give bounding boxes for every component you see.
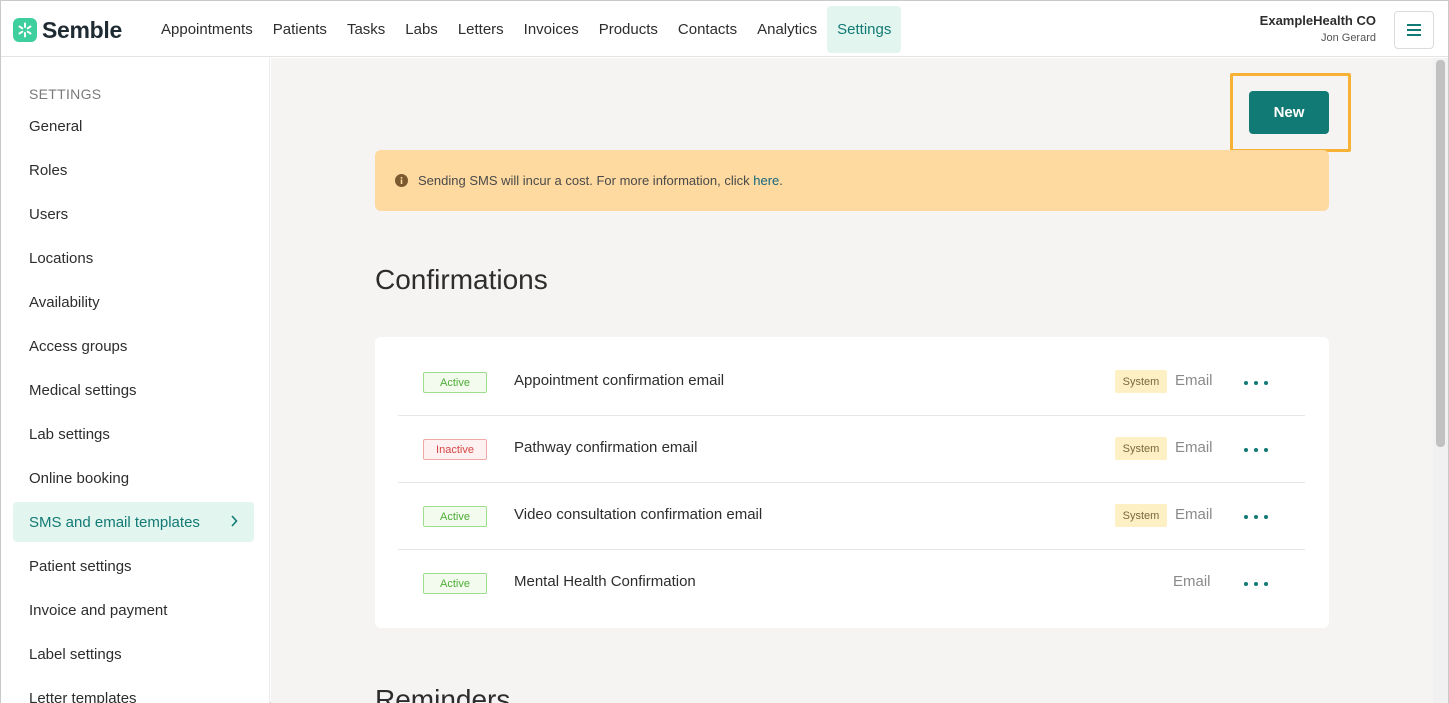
main-content: New Sending SMS will incur a cost. For m… xyxy=(271,58,1434,703)
nav-patients[interactable]: Patients xyxy=(263,6,337,53)
main-menu-button[interactable] xyxy=(1394,11,1434,49)
template-name[interactable]: Video consultation confirmation email xyxy=(514,506,762,523)
sidebar-item-lab-settings[interactable]: Lab settings xyxy=(13,414,254,454)
nav-appointments[interactable]: Appointments xyxy=(151,6,263,53)
channel-label: Email xyxy=(1173,573,1211,590)
nav-analytics[interactable]: Analytics xyxy=(747,6,827,53)
new-template-button[interactable]: New xyxy=(1249,91,1329,134)
status-badge: Active xyxy=(423,573,487,594)
sidebar-item-letter-templates[interactable]: Letter templates xyxy=(13,678,254,703)
info-icon xyxy=(395,174,408,187)
more-options-icon[interactable] xyxy=(1244,574,1268,594)
nav-settings[interactable]: Settings xyxy=(827,6,902,53)
more-options-icon[interactable] xyxy=(1244,440,1268,460)
sidebar-item-patient-settings[interactable]: Patient settings xyxy=(13,546,254,586)
more-options-icon[interactable] xyxy=(1244,507,1268,527)
template-name[interactable]: Mental Health Confirmation xyxy=(514,573,696,590)
nav-labs[interactable]: Labs xyxy=(395,6,448,53)
sidebar-item-label: SMS and email templates xyxy=(29,513,200,531)
sidebar-item-general[interactable]: General xyxy=(13,106,254,146)
settings-sidebar: SETTINGS General Roles Users Locations A… xyxy=(1,58,270,703)
nav-products[interactable]: Products xyxy=(589,6,668,53)
page-scrollbar[interactable] xyxy=(1433,58,1448,703)
notice-text: Sending SMS will incur a cost. For more … xyxy=(418,173,783,188)
organization-name: ExampleHealth CO xyxy=(1259,13,1376,28)
more-options-icon[interactable] xyxy=(1244,373,1268,393)
nav-letters[interactable]: Letters xyxy=(448,6,514,53)
semble-logo-icon xyxy=(13,18,37,42)
channel-label: Email xyxy=(1175,439,1213,456)
sidebar-item-users[interactable]: Users xyxy=(13,194,254,234)
sidebar-item-label-settings[interactable]: Label settings xyxy=(13,634,254,674)
sidebar-item-medical-settings[interactable]: Medical settings xyxy=(13,370,254,410)
sidebar-heading: SETTINGS xyxy=(29,86,102,102)
sidebar-item-invoice-payment[interactable]: Invoice and payment xyxy=(13,590,254,630)
account-info[interactable]: ExampleHealth CO Jon Gerard xyxy=(1260,13,1376,44)
confirmations-list: Active Appointment confirmation email Sy… xyxy=(375,337,1329,628)
template-name[interactable]: Appointment confirmation email xyxy=(514,372,724,389)
confirmations-heading: Confirmations xyxy=(375,264,548,295)
status-badge: Active xyxy=(423,506,487,527)
top-navigation-bar: Semble Appointments Patients Tasks Labs … xyxy=(1,1,1448,57)
sms-cost-notice: Sending SMS will incur a cost. For more … xyxy=(375,150,1329,211)
system-tag: System xyxy=(1115,370,1167,393)
table-row[interactable]: Active Mental Health Confirmation Email xyxy=(398,550,1305,617)
table-row[interactable]: Active Video consultation confirmation e… xyxy=(398,483,1305,550)
scrollbar-thumb[interactable] xyxy=(1436,60,1445,447)
status-badge: Inactive xyxy=(423,439,487,460)
main-nav: Appointments Patients Tasks Labs Letters… xyxy=(151,6,902,53)
channel-label: Email xyxy=(1175,372,1213,389)
brand-name: Semble xyxy=(42,16,123,43)
user-name: Jon Gerard xyxy=(1320,32,1376,44)
table-row[interactable]: Inactive Pathway confirmation email Syst… xyxy=(398,416,1305,483)
sidebar-item-locations[interactable]: Locations xyxy=(13,238,254,278)
nav-tasks[interactable]: Tasks xyxy=(337,6,395,53)
semble-logo[interactable]: Semble xyxy=(13,17,122,43)
reminders-heading: Reminders xyxy=(375,684,511,703)
template-name[interactable]: Pathway confirmation email xyxy=(514,439,697,456)
nav-invoices[interactable]: Invoices xyxy=(514,6,589,53)
nav-contacts[interactable]: Contacts xyxy=(668,6,747,53)
sidebar-list: General Roles Users Locations Availabili… xyxy=(13,106,254,703)
sidebar-item-online-booking[interactable]: Online booking xyxy=(13,458,254,498)
notice-here-link[interactable]: here xyxy=(753,173,779,188)
channel-label: Email xyxy=(1175,506,1213,523)
hamburger-icon xyxy=(1407,24,1421,36)
status-badge: Active xyxy=(423,372,487,393)
system-tag: System xyxy=(1115,504,1167,527)
sidebar-item-availability[interactable]: Availability xyxy=(13,282,254,322)
sidebar-item-access-groups[interactable]: Access groups xyxy=(13,326,254,366)
sidebar-item-roles[interactable]: Roles xyxy=(13,150,254,190)
sidebar-item-sms-email-templates[interactable]: SMS and email templates xyxy=(13,502,254,542)
table-row[interactable]: Active Appointment confirmation email Sy… xyxy=(398,349,1305,416)
system-tag: System xyxy=(1115,437,1167,460)
chevron-right-icon xyxy=(231,515,238,527)
